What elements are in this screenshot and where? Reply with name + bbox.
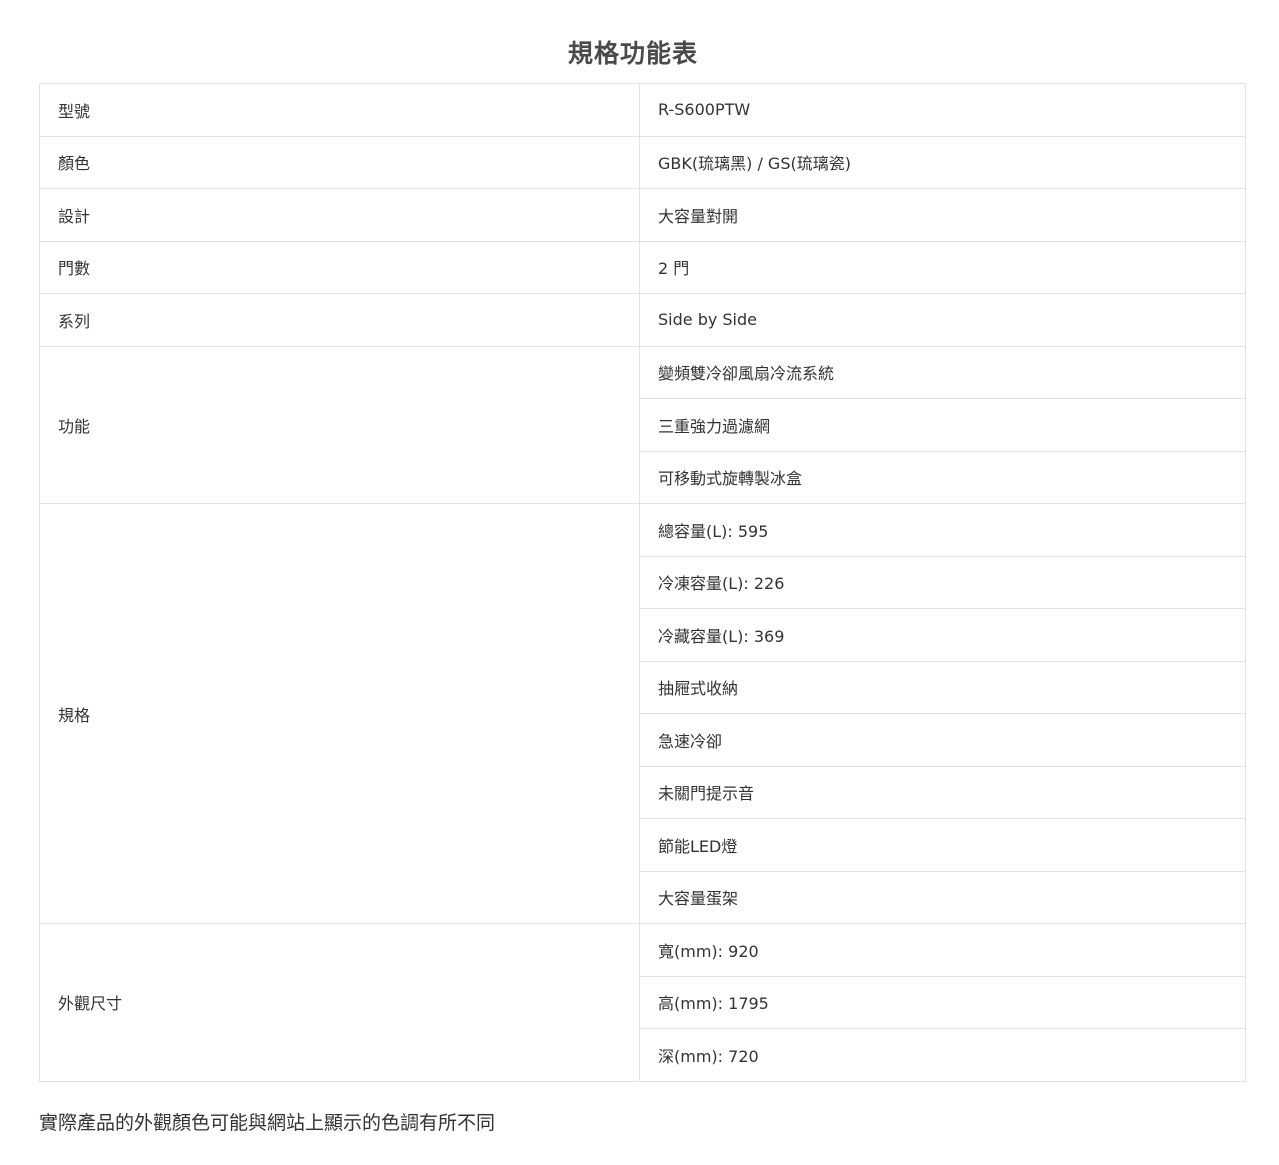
row-label-color: 顏色 <box>39 135 640 189</box>
table-row-doors: 門數 2 門 <box>39 240 1246 294</box>
row-value-design: 大容量對開 <box>639 188 1246 242</box>
spec-value: 總容量(L): 595 <box>639 503 1246 557</box>
row-label-dimensions: 外觀尺寸 <box>39 923 640 1082</box>
dimension-value: 寬(mm): 920 <box>639 923 1246 977</box>
row-value-series: Side by Side <box>639 293 1246 347</box>
spec-value: 未關門提示音 <box>639 765 1246 819</box>
row-label-specs: 規格 <box>39 503 640 924</box>
row-value-model: R-S600PTW <box>639 83 1246 137</box>
dimension-value: 深(mm): 720 <box>639 1028 1246 1082</box>
feature-value: 可移動式旋轉製冰盒 <box>639 450 1246 504</box>
row-label-series: 系列 <box>39 293 640 347</box>
row-label-features: 功能 <box>39 345 640 504</box>
spec-value: 冷凍容量(L): 226 <box>639 555 1246 609</box>
disclaimer-text: 實際產品的外觀顏色可能與網站上顯示的色調有所不同 <box>39 1112 496 1134</box>
feature-value: 變頻雙冷卻風扇冷流系統 <box>639 345 1246 399</box>
spec-value: 冷藏容量(L): 369 <box>639 608 1246 662</box>
spec-value: 急速冷卻 <box>639 713 1246 767</box>
row-value-doors: 2 門 <box>639 240 1246 294</box>
row-label-design: 設計 <box>39 188 640 242</box>
table-row-features: 功能 變頻雙冷卻風扇冷流系統 <box>39 345 1246 504</box>
table-row-model: 型號 R-S600PTW <box>39 83 1246 137</box>
spec-table: 型號 R-S600PTW 顏色 GBK(琉璃黑) / GS(琉璃瓷) 設計 大容… <box>39 83 1246 1082</box>
spec-value: 大容量蛋架 <box>639 870 1246 924</box>
spec-value: 抽屜式收納 <box>639 660 1246 714</box>
table-row-dimensions: 外觀尺寸 寬(mm): 920 <box>39 923 1246 1082</box>
table-row-design: 設計 大容量對開 <box>39 188 1246 242</box>
page-title: 規格功能表 <box>567 38 698 68</box>
feature-value: 三重強力過濾網 <box>639 398 1246 452</box>
row-label-model: 型號 <box>39 83 640 137</box>
table-row-color: 顏色 GBK(琉璃黑) / GS(琉璃瓷) <box>39 135 1246 189</box>
row-label-doors: 門數 <box>39 240 640 294</box>
table-row-series: 系列 Side by Side <box>39 293 1246 347</box>
dimension-value: 高(mm): 1795 <box>639 975 1246 1029</box>
table-row-specs: 規格 總容量(L): 595 <box>39 503 1246 924</box>
spec-value: 節能LED燈 <box>639 818 1246 872</box>
row-value-color: GBK(琉璃黑) / GS(琉璃瓷) <box>639 135 1246 189</box>
